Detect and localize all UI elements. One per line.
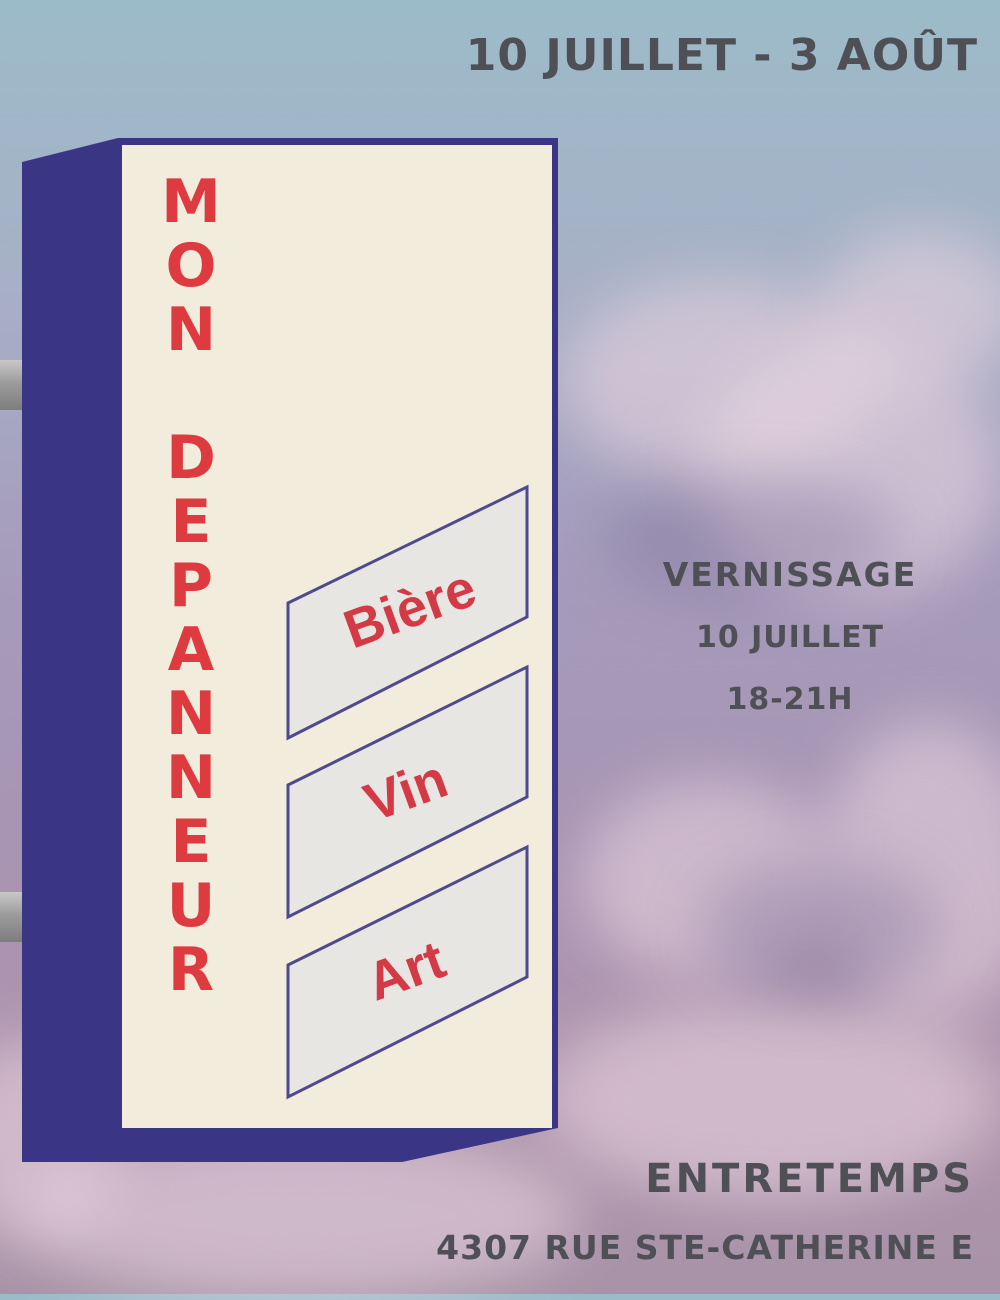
sign-mount-pole-bottom [0,892,84,942]
panel-label-biere: Bière [336,557,484,661]
sign-letter: D [166,423,216,493]
sign-letter: M [161,167,221,237]
vernissage-title: VERNISSAGE [662,555,918,594]
sign-letter: N [165,295,217,365]
sign-letter: R [167,935,215,1005]
sign-letter: U [166,871,216,941]
sign-letter: O [165,231,217,301]
sign-letter: N [165,679,217,749]
vernissage-time: 18-21H [726,682,854,717]
panel-label-vin: Vin [356,748,456,834]
sign-letter: E [170,807,212,877]
exhibition-date-range: 10 JUILLET - 3 AOÛT [465,30,978,81]
sign-name-vertical: M O N D E P A N N E U R [145,170,237,1002]
vernissage-date: 10 JUILLET [695,620,885,655]
sign-letter: N [165,743,217,813]
panel-label-art: Art [359,929,453,1013]
sign-letter: E [170,487,212,557]
venue-address: 4307 RUE STE-CATHERINE E [436,1228,974,1267]
sign-letter: P [169,551,213,621]
sign-mount-pole-top [0,360,84,410]
sign-letter: A [167,615,215,685]
venue-name: ENTRETEMPS [645,1156,974,1202]
sign-side-panel [22,138,558,1162]
